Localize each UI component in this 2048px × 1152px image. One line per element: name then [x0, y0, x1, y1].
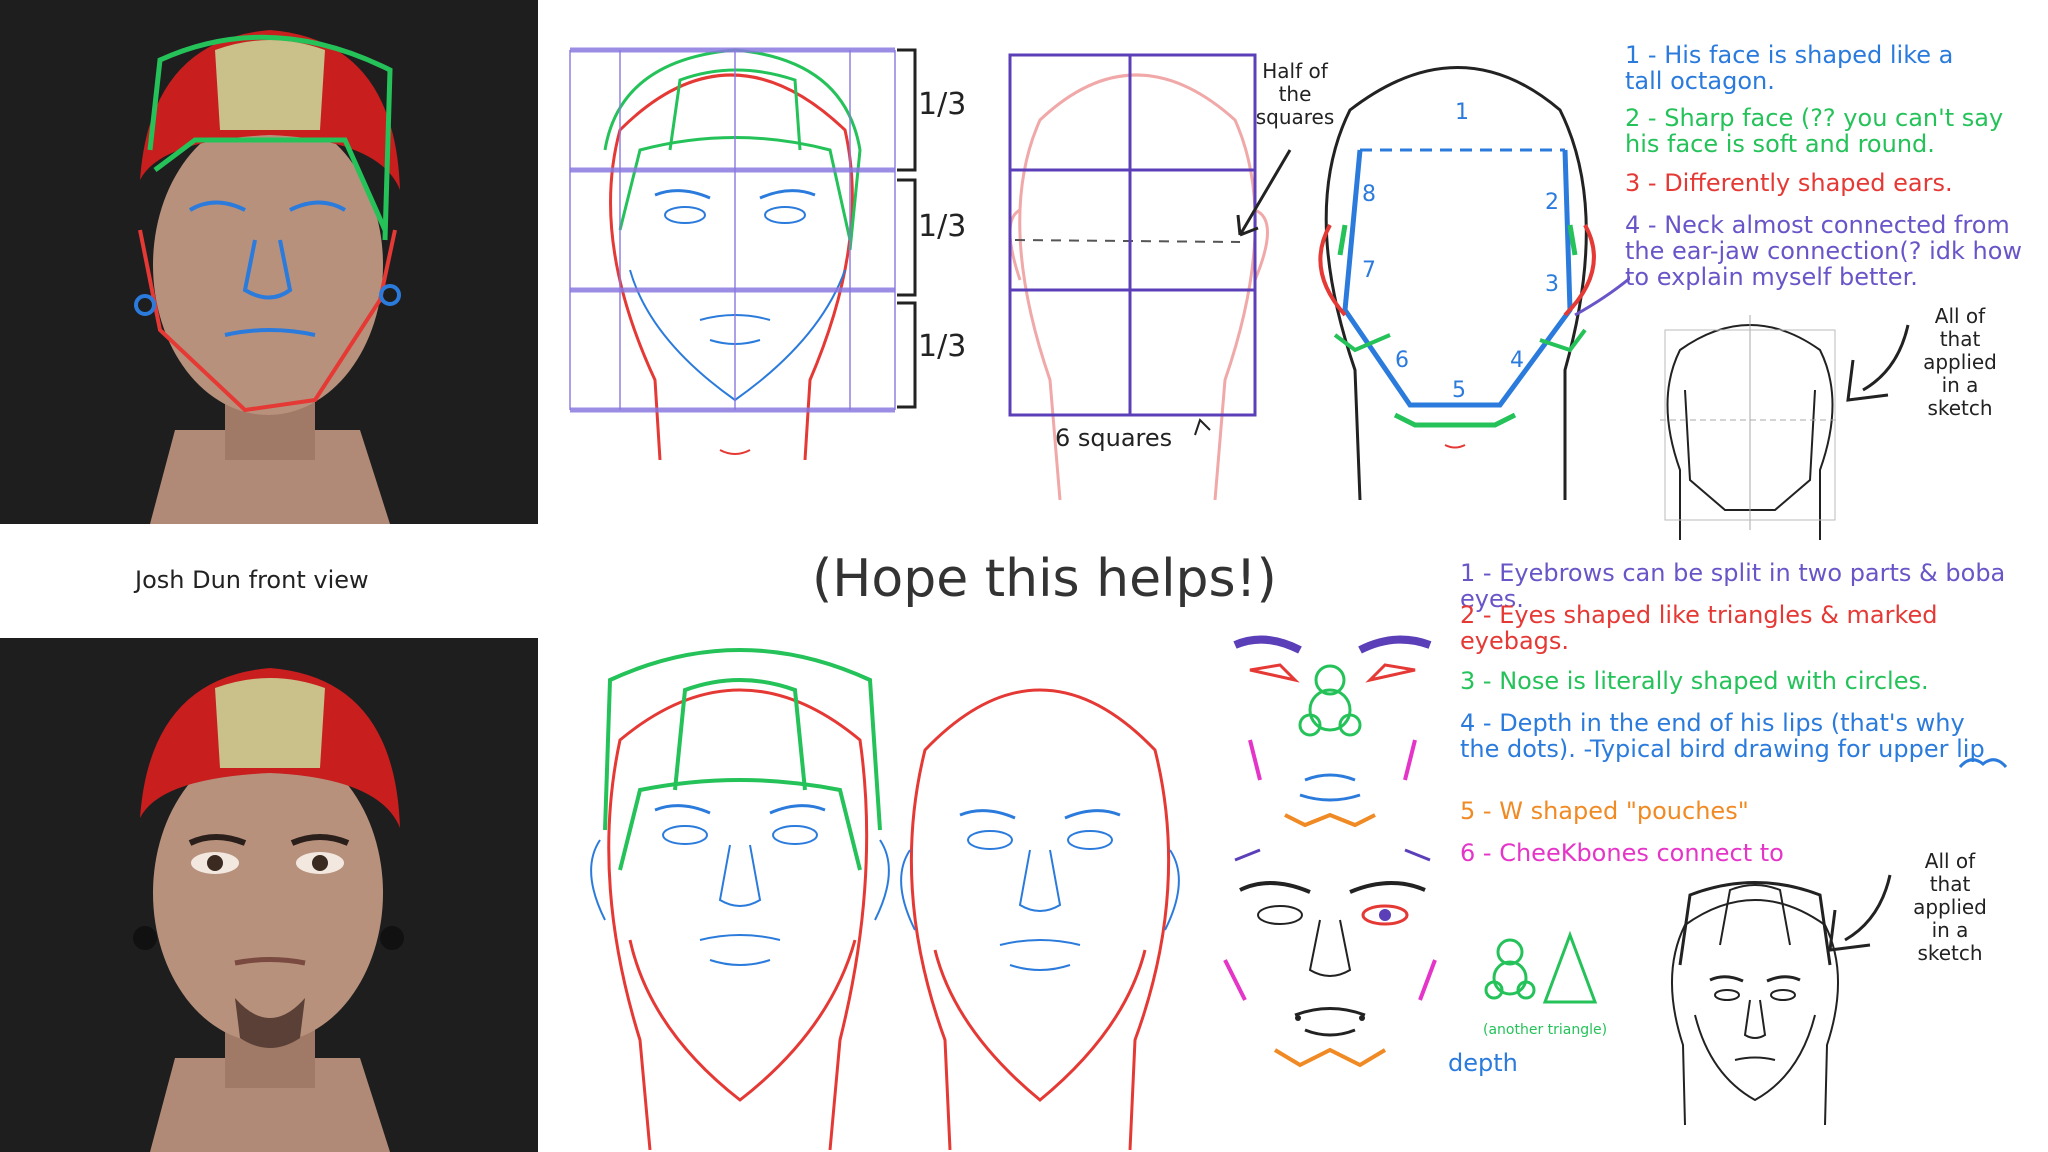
face-number-6: 6	[1395, 348, 1409, 373]
features-detail-sketch	[1223, 635, 1437, 1068]
top-note-3-text: Differently shaped ears.	[1664, 169, 1953, 197]
face-number-4: 4	[1510, 348, 1524, 373]
face-number-7: 7	[1362, 258, 1376, 283]
top-note-1-num: 1	[1625, 41, 1641, 69]
hope-this-helps: (Hope this helps!)	[812, 549, 1277, 609]
top-note-2-num: 2	[1625, 104, 1641, 132]
bottom-note-6-num: 6	[1460, 839, 1476, 867]
top-applied-arrow-icon	[1846, 324, 1910, 402]
face-number-8: 8	[1362, 182, 1376, 207]
six-squares-label: 6 squares	[1055, 424, 1173, 452]
another-triangle-label: (another triangle)	[1483, 1022, 1608, 1038]
bottom-note-3-text: Nose is literally shaped with circles.	[1499, 667, 1929, 695]
bottom-note-5-num: 5	[1460, 797, 1476, 825]
top-applied-sketch	[1660, 315, 1840, 540]
bottom-applied-label: All of that applied in a sketch	[1913, 849, 1987, 965]
bottom-applied-arrow-icon	[1828, 874, 1892, 952]
bottom-note-5-text: W shaped "pouches"	[1499, 797, 1749, 825]
bottom-note-2: 2 - Eyes shaped like triangles & marked …	[1460, 601, 1938, 655]
top-note-1: 1 - His face is shaped like a tall octag…	[1625, 41, 1954, 95]
top-note-2: 2 - Sharp face (?? you can't say his fac…	[1625, 104, 2004, 158]
top-note-4-num: 4	[1625, 211, 1641, 239]
face-number-3: 3	[1545, 272, 1559, 297]
third-label-bottom: 1/3	[918, 329, 967, 364]
top-note-1-text: His face is shaped like a tall octagon.	[1625, 41, 1954, 95]
bottom-face-sketch-annotated	[590, 648, 890, 1150]
third-label-top: 1/3	[918, 87, 967, 122]
bottom-note-4-text: Depth in the end of his lips (that's why…	[1460, 709, 1985, 763]
bottom-note-3-num: 3	[1460, 667, 1476, 695]
bottom-note-6-text: CheeKbones connect to	[1499, 839, 1784, 867]
third-label-middle: 1/3	[918, 209, 967, 244]
bottom-note-4: 4 - Depth in the end of his lips (that's…	[1460, 709, 1985, 763]
photo-caption: Josh Dun front view	[135, 566, 369, 594]
bird-lip-icon	[1958, 758, 2008, 769]
top-note-4-text: Neck almost connected from the ear-jaw c…	[1625, 211, 2023, 291]
bottom-note-2-num: 2	[1460, 601, 1476, 629]
face-number-1: 1	[1455, 100, 1469, 125]
depth-label: depth	[1448, 1049, 1518, 1077]
reference-photo-annotated	[0, 0, 538, 524]
top-note-2-text: Sharp face (?? you can't say his face is…	[1625, 104, 2004, 158]
top-note-3: 3 - Differently shaped ears.	[1625, 169, 1953, 197]
face-number-5: 5	[1452, 378, 1466, 403]
top-applied-label: All of that applied in a sketch	[1923, 304, 1997, 420]
reference-photo	[0, 638, 538, 1152]
top-note-4: 4 - Neck almost connected from the ear-j…	[1625, 211, 2023, 291]
bottom-note-5: 5 - W shaped "pouches"	[1460, 797, 1749, 825]
thirds-grid-sketch	[569, 47, 896, 460]
bottom-face-sketch-clean	[900, 688, 1180, 1150]
bottom-note-2-text: Eyes shaped like triangles & marked eyeb…	[1460, 601, 1938, 655]
face-number-2: 2	[1545, 190, 1559, 215]
top-note-3-num: 3	[1625, 169, 1641, 197]
bottom-note-6: 6 - CheeKbones connect to	[1460, 839, 1784, 867]
bottom-note-1-num: 1	[1460, 559, 1476, 587]
nose-circles-icon	[1484, 930, 1598, 1004]
bottom-note-3: 3 - Nose is literally shaped with circle…	[1460, 667, 1929, 695]
bottom-note-4-num: 4	[1460, 709, 1476, 737]
